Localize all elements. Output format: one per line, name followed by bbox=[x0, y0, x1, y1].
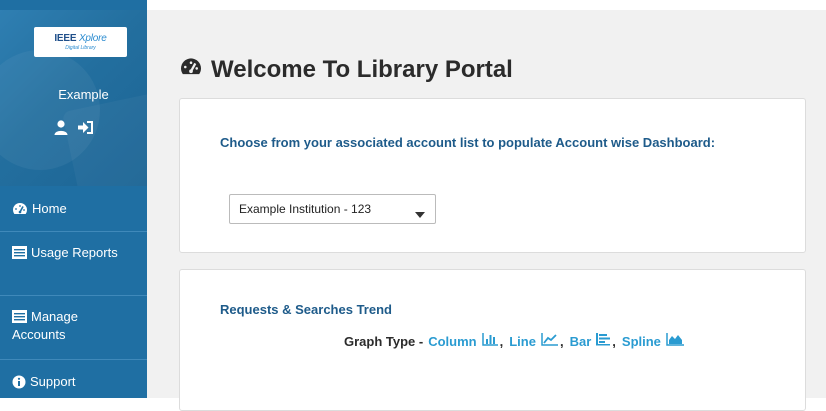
graph-option-label: Column bbox=[428, 333, 477, 349]
graph-option-column[interactable]: Column bbox=[428, 333, 498, 349]
graph-option-label: Line bbox=[509, 333, 536, 349]
trend-title: Requests & Searches Trend bbox=[220, 302, 392, 317]
dashboard-icon bbox=[179, 56, 211, 84]
column-chart-icon bbox=[477, 333, 498, 349]
ieee-xplore-logo[interactable]: IEEE Xplore Digital Library bbox=[34, 27, 127, 57]
user-name: Example bbox=[58, 87, 109, 102]
sidebar-item-label: Manage Accounts bbox=[12, 309, 78, 342]
sidebar-item-support[interactable]: Support bbox=[0, 359, 147, 403]
graph-type-selector: Graph Type - Column , Line , Bar , Splin… bbox=[344, 333, 684, 349]
graph-option-line[interactable]: Line bbox=[509, 333, 558, 349]
user-icon[interactable] bbox=[54, 120, 68, 135]
graph-type-label: Graph Type - bbox=[344, 333, 424, 349]
separator: , bbox=[612, 333, 616, 349]
logo-text-italic: Xplore bbox=[78, 33, 107, 44]
separator: , bbox=[559, 333, 564, 349]
account-select[interactable]: Example Institution - 123 bbox=[229, 194, 436, 224]
sign-out-icon[interactable] bbox=[78, 120, 94, 135]
main-content: Welcome To Library Portal Choose from yo… bbox=[147, 10, 826, 411]
page-title-text: Welcome To Library Portal bbox=[211, 56, 513, 83]
graph-option-bar[interactable]: Bar bbox=[570, 333, 611, 349]
area-chart-icon bbox=[661, 333, 684, 349]
account-card: Choose from your associated account list… bbox=[179, 98, 806, 253]
bar-chart-icon bbox=[591, 333, 611, 349]
separator: , bbox=[499, 333, 504, 349]
line-chart-icon bbox=[536, 333, 558, 349]
sidebar: IEEE Xplore Digital Library Example Home… bbox=[0, 0, 147, 398]
graph-option-label: Spline bbox=[621, 333, 661, 349]
sidebar-item-home[interactable]: Home bbox=[0, 186, 147, 231]
sidebar-header: IEEE Xplore Digital Library Example bbox=[0, 10, 147, 186]
caret-down-icon bbox=[415, 207, 425, 221]
sidebar-item-manage-accounts[interactable]: Manage Accounts bbox=[0, 295, 147, 359]
sidebar-nav: Home Usage Reports Manage Accounts Suppo… bbox=[0, 186, 147, 403]
sidebar-item-label: Support bbox=[30, 373, 76, 389]
page-title: Welcome To Library Portal bbox=[179, 56, 513, 84]
info-icon bbox=[12, 375, 26, 389]
logo-text: IEEE bbox=[54, 33, 77, 44]
account-select-value: Example Institution - 123 bbox=[239, 202, 372, 216]
logo-subtitle: Digital Library bbox=[65, 45, 96, 51]
graph-option-spline[interactable]: Spline bbox=[622, 333, 684, 349]
account-prompt: Choose from your associated account list… bbox=[220, 135, 716, 150]
dashboard-icon bbox=[12, 202, 28, 216]
sidebar-item-usage-reports[interactable]: Usage Reports bbox=[0, 231, 147, 295]
trend-card: Requests & Searches Trend Graph Type - C… bbox=[179, 269, 806, 411]
sidebar-item-label: Home bbox=[32, 200, 67, 216]
sidebar-item-label: Usage Reports bbox=[31, 245, 118, 260]
graph-option-label: Bar bbox=[569, 333, 592, 349]
